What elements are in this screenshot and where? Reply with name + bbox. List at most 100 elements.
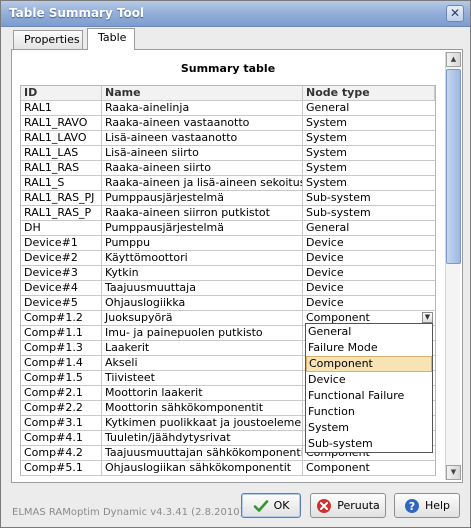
cell-name[interactable]: Tuuletin/jäähdytysrivat [102, 431, 303, 445]
cell-name[interactable]: Taajuusmuuttajan sähkökomponentit [102, 446, 303, 460]
dropdown-option[interactable]: Failure Mode [306, 340, 432, 356]
table-row[interactable]: RAL1_LAVO Lisä-aineen vastaanotto System [21, 131, 435, 146]
cell-name[interactable]: Tiivisteet [102, 371, 303, 385]
cell-name[interactable]: Lisä-aineen vastaanotto [102, 131, 303, 145]
cell-id[interactable]: RAL1_RAVO [21, 116, 102, 130]
cell-name[interactable]: Kytkin [102, 266, 303, 280]
dropdown-option[interactable]: Function [306, 404, 432, 420]
dropdown-option[interactable]: Sub-system [306, 436, 432, 452]
column-header-id[interactable]: ID [21, 86, 102, 100]
table-row[interactable]: DH Pumppausjärjestelmä General [21, 221, 435, 236]
cell-name[interactable]: Akseli [102, 356, 303, 370]
cell-id[interactable]: Comp#5.1 [21, 461, 102, 475]
cell-id[interactable]: Comp#2.2 [21, 401, 102, 415]
help-button[interactable]: ? Help [394, 493, 460, 518]
table-row[interactable]: RAL1_RAS Raaka-aineen siirto System [21, 161, 435, 176]
scroll-thumb[interactable] [446, 69, 461, 264]
cell-node-type[interactable]: Device [303, 266, 435, 280]
cell-name[interactable]: Käyttömoottori [102, 251, 303, 265]
cell-name[interactable]: Juoksupyörä [102, 311, 303, 325]
scroll-up-button[interactable]: ▲ [446, 52, 461, 67]
table-row[interactable]: Comp#5.1 Ohjauslogiikan sähkökomponentit C… [21, 461, 435, 476]
cell-node-type[interactable]: Device [303, 236, 435, 250]
cell-id[interactable]: Device#5 [21, 296, 102, 310]
cell-id[interactable]: Comp#4.2 [21, 446, 102, 460]
cell-name[interactable]: Kytkimen puolikkaat ja joustoelementti [102, 416, 303, 430]
cell-node-type[interactable]: Device [303, 281, 435, 295]
cell-node-type[interactable]: System [303, 161, 435, 175]
cell-name[interactable]: Pumppu [102, 236, 303, 250]
cell-id[interactable]: RAL1_S [21, 176, 102, 190]
cell-node-type[interactable]: System [303, 116, 435, 130]
tab-properties[interactable]: Properties [13, 30, 83, 50]
cell-name[interactable]: Ohjauslogiikan sähkökomponentit [102, 461, 303, 475]
cell-node-type[interactable]: System [303, 176, 435, 190]
table-row[interactable]: RAL1 Raaka-ainelinja General [21, 101, 435, 116]
vertical-scrollbar[interactable]: ▲ ▼ [445, 52, 461, 480]
cell-node-type[interactable]: General [303, 101, 435, 115]
cell-node-type[interactable]: Component [303, 461, 435, 475]
cell-id[interactable]: Comp#3.1 [21, 416, 102, 430]
cell-id[interactable]: Comp#4.1 [21, 431, 102, 445]
cell-node-type[interactable]: Sub-system [303, 206, 435, 220]
cell-id[interactable]: Device#1 [21, 236, 102, 250]
cell-name[interactable]: Lisä-aineen siirto [102, 146, 303, 160]
cell-node-type[interactable]: System [303, 131, 435, 145]
cell-id[interactable]: DH [21, 221, 102, 235]
cell-id[interactable]: Comp#1.5 [21, 371, 102, 385]
table-row[interactable]: RAL1_RAS_PJ Pumppausjärjestelmä Sub-system [21, 191, 435, 206]
cell-name[interactable]: Moottorin laakerit [102, 386, 303, 400]
cell-id[interactable]: Device#4 [21, 281, 102, 295]
cell-node-type[interactable]: Sub-system [303, 191, 435, 205]
cell-name[interactable]: Raaka-aineen vastaanotto [102, 116, 303, 130]
cell-name[interactable]: Raaka-aineen siirron putkistot [102, 206, 303, 220]
cell-id[interactable]: Device#2 [21, 251, 102, 265]
table-row[interactable]: RAL1_RAS_P Raaka-aineen siirron putkistot… [21, 206, 435, 221]
cell-name[interactable]: Laakerit [102, 341, 303, 355]
dropdown-option[interactable]: System [306, 420, 432, 436]
table-row[interactable]: Device#4 Taajuusmuuttaja Device [21, 281, 435, 296]
title-bar[interactable]: Table Summary Tool ✕ [1, 1, 470, 27]
cell-node-type[interactable]: General [303, 221, 435, 235]
cell-name[interactable]: Raaka-ainelinja [102, 101, 303, 115]
cell-id[interactable]: RAL1 [21, 101, 102, 115]
cell-name[interactable]: Pumppausjärjestelmä [102, 191, 303, 205]
ok-button[interactable]: OK [241, 493, 301, 518]
dropdown-option[interactable]: Component [306, 356, 432, 372]
cell-node-type[interactable]: System [303, 146, 435, 160]
table-row[interactable]: RAL1_LAS Lisä-aineen siirto System [21, 146, 435, 161]
cell-id[interactable]: Comp#1.2 [21, 311, 102, 325]
dropdown-option[interactable]: Device [306, 372, 432, 388]
cell-id[interactable]: Comp#2.1 [21, 386, 102, 400]
cell-name[interactable]: Raaka-aineen siirto [102, 161, 303, 175]
cell-id[interactable]: Comp#1.1 [21, 326, 102, 340]
table-row[interactable]: Device#1 Pumppu Device [21, 236, 435, 251]
cell-id[interactable]: RAL1_LAVO [21, 131, 102, 145]
cell-id[interactable]: Comp#1.4 [21, 356, 102, 370]
column-header-name[interactable]: Name [102, 86, 303, 100]
dropdown-option[interactable]: Functional Failure [306, 388, 432, 404]
cell-name[interactable]: Imu- ja painepuolen putkisto [102, 326, 303, 340]
column-header-node-type[interactable]: Node type [303, 86, 435, 100]
table-row[interactable]: Device#3 Kytkin Device [21, 266, 435, 281]
table-row[interactable]: Device#5 Ohjauslogiikka Device [21, 296, 435, 311]
cell-name[interactable]: Pumppausjärjestelmä [102, 221, 303, 235]
cell-node-type[interactable]: Device [303, 251, 435, 265]
cell-name[interactable]: Ohjauslogiikka [102, 296, 303, 310]
node-type-dropdown-list[interactable]: General Failure Mode Component Device Functi… [305, 323, 433, 453]
table-row[interactable]: RAL1_S Raaka-aineen ja lisä-aineen sekoit… [21, 176, 435, 191]
table-row[interactable]: Device#2 Käyttömoottori Device [21, 251, 435, 266]
close-button[interactable]: ✕ [446, 5, 464, 22]
scroll-down-button[interactable]: ▼ [446, 465, 461, 480]
dropdown-arrow-button[interactable]: ▼ [422, 312, 433, 323]
dropdown-option[interactable]: General [306, 324, 432, 340]
cell-id[interactable]: Device#3 [21, 266, 102, 280]
cell-id[interactable]: RAL1_LAS [21, 146, 102, 160]
cell-id[interactable]: RAL1_RAS_PJ [21, 191, 102, 205]
cancel-button[interactable]: Peruuta [310, 493, 386, 518]
table-row[interactable]: RAL1_RAVO Raaka-aineen vastaanotto System [21, 116, 435, 131]
cell-id[interactable]: RAL1_RAS [21, 161, 102, 175]
cell-name[interactable]: Taajuusmuuttaja [102, 281, 303, 295]
tab-table[interactable]: Table [87, 28, 135, 50]
cell-name[interactable]: Raaka-aineen ja lisä-aineen sekoitus [102, 176, 303, 190]
